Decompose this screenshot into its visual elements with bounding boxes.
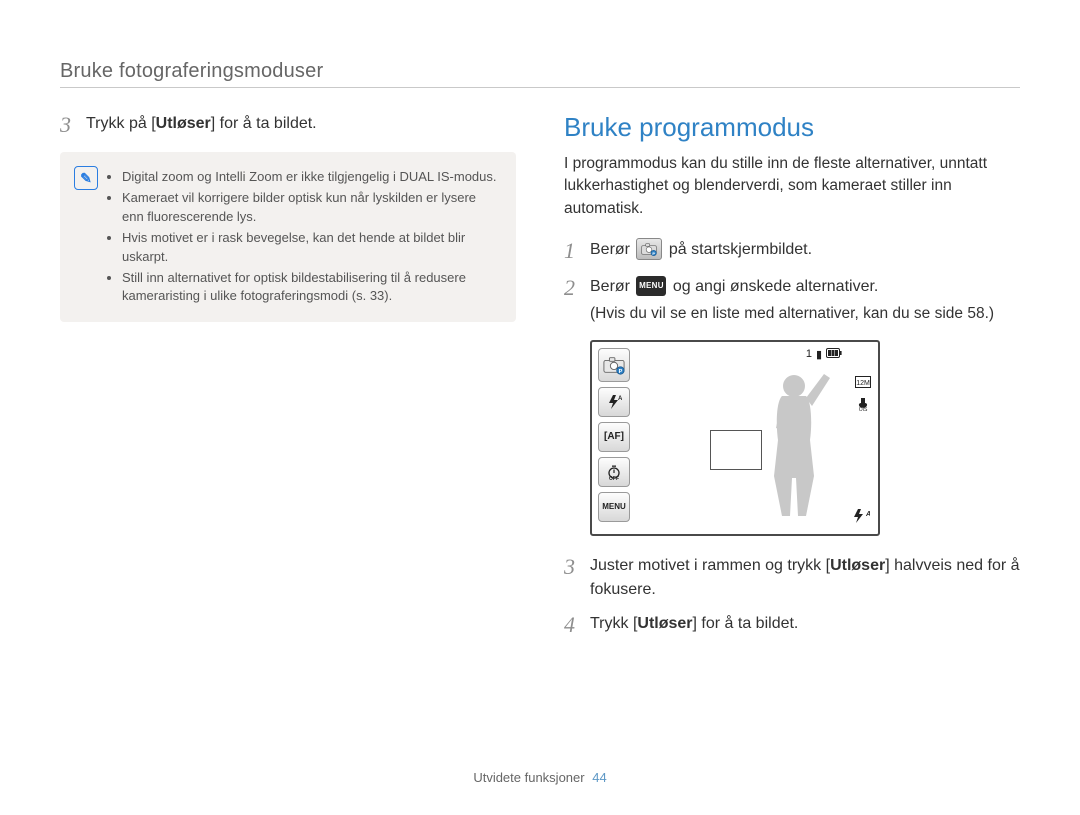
battery-icon [826,348,842,361]
step-text: Trykk på [Utløser] for å ta bildet. [86,112,516,136]
step-text: Berør P på startskjermbildet. [590,238,1020,262]
right-step-2: 2 Berør MENU og angi ønskede alternative… [564,275,1020,301]
section-title: Bruke programmodus [564,112,1020,143]
svg-text:P: P [619,369,623,375]
right-step-1: 1 Berør P på startskjermbildet. [564,238,1020,264]
shutter-key: Utløser [830,557,885,574]
text-fragment: på startskjermbildet. [669,241,812,258]
mode-button-icon: P [598,348,630,382]
note-item: Hvis motivet er i rask bevegelse, kan de… [122,229,498,267]
left-step-3: 3 Trykk på [Utløser] for å ta bildet. [60,112,516,138]
divider [60,87,1020,88]
svg-text:OIS: OIS [859,407,868,411]
flash-button-icon: A [598,387,630,417]
step-text: Juster motivet i rammen og trykk [Utløse… [590,554,1020,602]
footer-section: Utvidete funksjoner [473,770,584,785]
page-footer: Utvidete funksjoner 44 [0,770,1080,785]
step-text: Trykk [Utløser] for å ta bildet. [590,612,1020,636]
step-number: 3 [60,112,86,138]
text-fragment: for å ta bildet. [697,615,798,632]
text-fragment: Trykk på [86,115,151,132]
text-fragment: Juster motivet i rammen og trykk [590,557,826,574]
af-button-icon: [AF] [598,422,630,452]
note-item: Digital zoom og Intelli Zoom er ikke til… [122,168,498,187]
section-intro: I programmodus kan du stille inn de fles… [564,153,1020,220]
right-step-4: 4 Trykk [Utløser] for å ta bildet. [564,612,1020,638]
svg-text:A: A [618,396,622,402]
text-fragment: for å ta bildet. [215,115,316,132]
note-item: Still inn alternativet for optisk bildes… [122,269,498,307]
subject-silhouette [752,366,838,531]
note-item: Kameraet vil korrigere bilder optisk kun… [122,189,498,227]
top-status: 1 ▮ [806,348,842,361]
note-box: ✎ Digital zoom og Intelli Zoom er ikke t… [60,152,516,322]
step-number: 1 [564,238,590,264]
note-icon: ✎ [74,166,98,190]
resolution-icon: 12M [854,374,872,390]
right-step-3: 3 Juster motivet i rammen og trykk [Utlø… [564,554,1020,602]
text-fragment: Berør [590,278,634,295]
shutter-key: Utløser [637,615,692,632]
text-fragment: Trykk [590,615,633,632]
note-list: Digital zoom og Intelli Zoom er ikke til… [108,166,498,308]
menu-icon: MENU [636,276,666,296]
step-2-sub: (Hvis du vil se en liste med alternative… [590,303,1020,325]
breadcrumb: Bruke fotograferingsmoduser [60,60,1020,83]
svg-text:A: A [865,511,870,518]
svg-text:12M: 12M [856,380,870,387]
menu-button-icon: MENU [598,492,630,522]
text-fragment: og angi ønskede alternativer. [673,278,878,295]
svg-text:P: P [653,251,656,256]
left-column: 3 Trykk på [Utløser] for å ta bildet. ✎ … [60,112,516,648]
page-number: 44 [592,770,606,785]
shutter-key: Utløser [156,115,211,132]
right-column: Bruke programmodus I programmodus kan du… [564,112,1020,648]
step-number: 4 [564,612,590,638]
program-mode-icon: P [636,238,662,260]
flash-status-icon: A [852,509,870,526]
step-number: 2 [564,275,590,301]
timer-button-icon: OFF [598,457,630,487]
camera-screen-figure: P A [AF] OFF MENU 1 ▮ [590,340,880,536]
svg-text:OFF: OFF [609,476,619,480]
step-text: Berør MENU og angi ønskede alternativer. [590,275,1020,299]
text-fragment: Berør [590,241,634,258]
step-number: 3 [564,554,590,580]
shot-counter: 1 [806,348,812,360]
card-icon: ▮ [816,348,822,361]
stabilizer-icon: OIS [854,395,872,411]
